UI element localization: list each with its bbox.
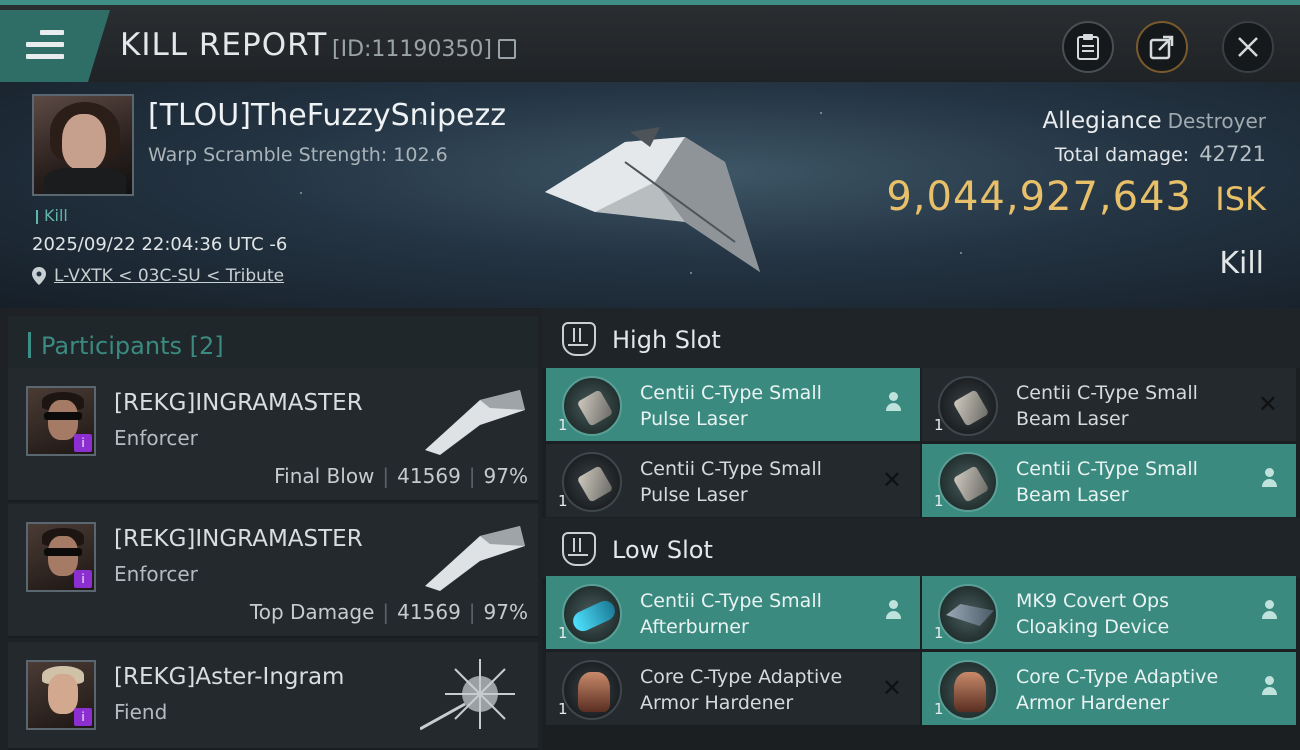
page-title: KILL REPORT: [120, 27, 328, 63]
participant-name: [REKG]Aster-Ingram: [114, 664, 345, 690]
high-slot-label: High Slot: [612, 326, 721, 354]
destroyed-status-icon: ✕: [881, 674, 902, 702]
report-id: [ID:11190350]: [332, 37, 492, 62]
victim-banner: [TLOU]TheFuzzySnipezz Warp Scramble Stre…: [0, 82, 1300, 308]
participants-panel: Participants [2] i [REKG]INGRAMASTER Enf…: [0, 308, 542, 750]
module-name: Core C-Type Adaptive Armor Hardener: [640, 666, 843, 714]
copy-icon[interactable]: [498, 39, 516, 59]
victim-ship-name: Allegiance Destroyer: [1042, 108, 1266, 134]
module-name: Centii C-Type Small Pulse Laser: [640, 382, 822, 430]
low-slot-icon: [562, 532, 596, 566]
victim-ship-image: [545, 127, 760, 272]
module-item[interactable]: 1 Centii C-Type Small Pulse Laser: [546, 368, 920, 441]
high-slot-header: High Slot: [542, 308, 1300, 368]
participant-stats: Final Blow | 41569 | 97%: [274, 464, 528, 488]
module-name: Centii C-Type Small Beam Laser: [1016, 382, 1198, 430]
isk-value: 9,044,927,643: [886, 174, 1192, 220]
dropped-status-icon: [1260, 600, 1278, 622]
header-bar: KILL REPORT [ID:11190350]: [0, 0, 1300, 82]
module-item[interactable]: 1 Core C-Type Adaptive Armor Hardener: [922, 652, 1296, 725]
participant-ship-image: [425, 390, 525, 455]
kill-timestamp: 2025/09/22 22:04:36 UTC -6: [32, 234, 288, 255]
armor-hardener-icon: [938, 660, 998, 720]
high-slot-icon: [562, 322, 596, 356]
participants-header: Participants [2]: [8, 316, 538, 368]
beam-laser-icon: [938, 452, 998, 512]
victim-avatar[interactable]: [32, 94, 134, 196]
module-name: Centii C-Type Small Beam Laser: [1016, 458, 1198, 506]
avatar[interactable]: i: [26, 522, 96, 592]
participant-ship-class: Enforcer: [114, 426, 198, 450]
participant-ship-image: [420, 659, 515, 731]
pulse-laser-icon: [562, 376, 622, 436]
afterburner-icon: [562, 584, 622, 644]
low-slot-label: Low Slot: [612, 536, 713, 564]
cloaking-device-icon: [938, 584, 998, 644]
clipboard-icon: [1077, 34, 1099, 60]
participants-count: [2]: [189, 332, 224, 360]
module-item[interactable]: 1 Centii C-Type Small Afterburner: [546, 576, 920, 649]
armor-hardener-icon: [562, 660, 622, 720]
pulse-laser-icon: [562, 452, 622, 512]
participants-label: Participants: [41, 332, 182, 360]
location-link[interactable]: L-VXTK < 03C-SU < Tribute: [54, 266, 284, 286]
share-button[interactable]: [1136, 21, 1188, 73]
participant-card[interactable]: i [REKG]INGRAMASTER Enforcer Final Blow |…: [8, 368, 538, 502]
dropped-status-icon: [884, 392, 902, 414]
avatar[interactable]: i: [26, 386, 96, 456]
participant-ship-image: [425, 526, 525, 591]
module-name: Centii C-Type Small Afterburner: [640, 590, 822, 638]
kill-location[interactable]: L-VXTK < 03C-SU < Tribute: [32, 266, 284, 286]
dropped-status-icon: [1260, 676, 1278, 698]
clipboard-button[interactable]: [1062, 21, 1114, 73]
module-item[interactable]: 1 Core C-Type Adaptive Armor Hardener ✕: [546, 652, 920, 725]
beam-laser-icon: [938, 376, 998, 436]
total-damage: Total damage: 42721: [1054, 142, 1266, 166]
participant-stats: Top Damage | 41569 | 97%: [249, 600, 528, 624]
isk-unit: ISK: [1215, 180, 1266, 218]
warp-scramble-strength: Warp Scramble Strength: 102.6: [148, 144, 448, 166]
module-name: Core C-Type Adaptive Armor Hardener: [1016, 666, 1219, 714]
avatar[interactable]: i: [26, 660, 96, 730]
participant-name: [REKG]INGRAMASTER: [114, 390, 363, 416]
low-slot-header: Low Slot: [542, 518, 1300, 578]
module-name: MK9 Covert Ops Cloaking Device: [1016, 590, 1170, 638]
corp-badge-icon: i: [74, 570, 92, 588]
participant-ship-class: Enforcer: [114, 562, 198, 586]
module-item[interactable]: 1 MK9 Covert Ops Cloaking Device: [922, 576, 1296, 649]
participant-card[interactable]: i [REKG]Aster-Ingram Fiend: [8, 642, 538, 750]
destroyed-status-icon: ✕: [1257, 390, 1278, 418]
location-pin-icon: [32, 267, 46, 285]
result-label: Kill: [1219, 246, 1264, 281]
menu-icon: [26, 30, 64, 62]
destroyed-status-icon: ✕: [881, 466, 902, 494]
menu-button[interactable]: [0, 10, 110, 82]
dropped-status-icon: [884, 600, 902, 622]
victim-name[interactable]: [TLOU]TheFuzzySnipezz: [148, 98, 506, 133]
module-name: Centii C-Type Small Pulse Laser: [640, 458, 822, 506]
module-item[interactable]: 1 Centii C-Type Small Pulse Laser ✕: [546, 444, 920, 517]
participant-card[interactable]: i [REKG]INGRAMASTER Enforcer Top Damage |…: [8, 504, 538, 638]
close-button[interactable]: [1222, 21, 1274, 73]
participant-name: [REKG]INGRAMASTER: [114, 526, 363, 552]
kill-tag: Kill: [36, 206, 68, 225]
dropped-status-icon: [1260, 468, 1278, 490]
share-icon: [1149, 35, 1174, 60]
fittings-panel: High Slot 1 Centii C-Type Small Pulse Las…: [542, 308, 1300, 750]
close-icon: [1238, 37, 1258, 57]
module-item[interactable]: 1 Centii C-Type Small Beam Laser: [922, 444, 1296, 517]
corp-badge-icon: i: [74, 708, 92, 726]
participant-ship-class: Fiend: [114, 700, 168, 724]
corp-badge-icon: i: [74, 434, 92, 452]
module-item[interactable]: 1 Centii C-Type Small Beam Laser ✕: [922, 368, 1296, 441]
